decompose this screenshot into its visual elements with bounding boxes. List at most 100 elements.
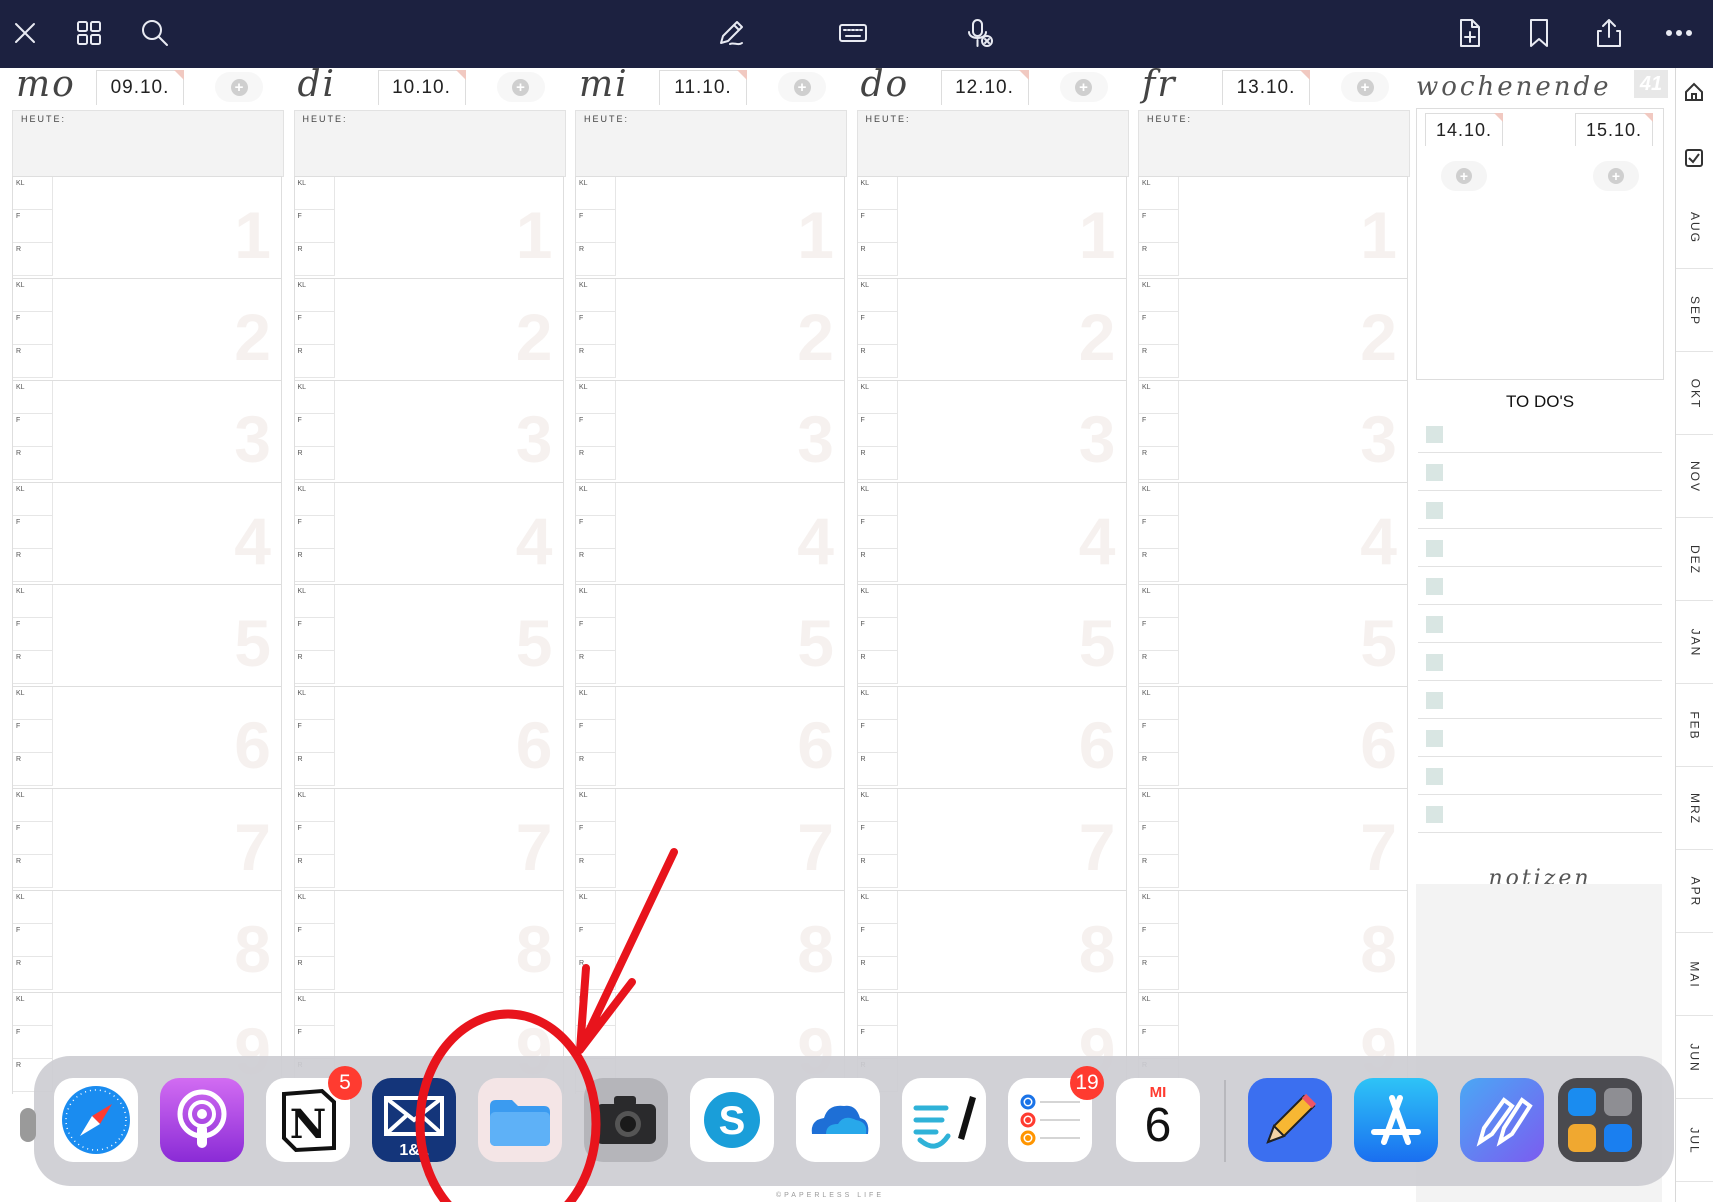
lesson-block[interactable]: KL F R 3 <box>856 380 1127 482</box>
add-sunday-button[interactable]: + <box>1593 161 1639 191</box>
lesson-block[interactable]: KL F R 8 <box>12 890 282 992</box>
lesson-block[interactable]: KL F R 1 <box>575 176 845 278</box>
todo-checkbox[interactable] <box>1426 806 1443 823</box>
todo-checkbox[interactable] <box>1426 426 1443 443</box>
month-tab-jul[interactable]: JUL <box>1676 1101 1713 1182</box>
lesson-block[interactable]: KL F R 7 <box>12 788 282 890</box>
lesson-block[interactable]: KL F R 4 <box>856 482 1127 584</box>
lesson-block[interactable]: KL F R 4 <box>12 482 282 584</box>
lesson-block[interactable]: KL F R 7 <box>1138 788 1408 890</box>
lesson-block[interactable]: KL F R 8 <box>1138 890 1408 992</box>
dock-app-calendar[interactable]: MI 6 <box>1116 1078 1200 1162</box>
more-icon[interactable] <box>1656 10 1702 56</box>
add-entry-button[interactable]: + <box>778 72 826 102</box>
lesson-block[interactable]: KL F R 3 <box>293 380 564 482</box>
add-entry-button[interactable]: + <box>496 72 545 102</box>
keyboard-icon[interactable] <box>830 10 876 56</box>
lesson-block[interactable]: KL F R 6 <box>1138 686 1408 788</box>
today-box[interactable]: HEUTE: <box>12 110 284 177</box>
lesson-block[interactable]: KL F R 8 <box>856 890 1127 992</box>
dock-app-app-library[interactable] <box>1558 1078 1642 1162</box>
todo-checkbox[interactable] <box>1426 464 1443 481</box>
lesson-block[interactable]: KL F R 5 <box>1138 584 1408 686</box>
month-tab-aug[interactable]: AUG <box>1676 188 1713 269</box>
search-icon[interactable] <box>132 10 178 56</box>
todo-checkbox[interactable] <box>1426 654 1443 671</box>
todo-checkbox[interactable] <box>1426 578 1443 595</box>
month-tab-nov[interactable]: NOV <box>1676 437 1713 518</box>
share-icon[interactable] <box>1586 10 1632 56</box>
lesson-block[interactable]: KL F R 6 <box>12 686 282 788</box>
todo-checkbox[interactable] <box>1426 616 1443 633</box>
lesson-block[interactable]: KL F R 6 <box>575 686 845 788</box>
lesson-block[interactable]: KL F R 3 <box>575 380 845 482</box>
dock-app-notability[interactable] <box>902 1078 986 1162</box>
dock-app-onedrive[interactable] <box>796 1078 880 1162</box>
month-tab-jan[interactable]: JAN <box>1676 603 1713 684</box>
add-entry-button[interactable]: + <box>215 72 263 102</box>
dock-app-safari[interactable] <box>54 1078 138 1162</box>
today-box[interactable]: HEUTE: <box>293 110 566 177</box>
lesson-block[interactable]: KL F R 7 <box>856 788 1127 890</box>
month-tab-mrz[interactable]: MRZ <box>1676 769 1713 850</box>
lesson-block[interactable]: KL F R 1 <box>12 176 282 278</box>
month-tab-jun[interactable]: JUN <box>1676 1018 1713 1099</box>
todo-checkbox[interactable] <box>1426 502 1443 519</box>
dock-app-app-store[interactable] <box>1354 1078 1438 1162</box>
today-box[interactable]: HEUTE: <box>856 110 1129 177</box>
dock-app-camera[interactable] <box>584 1078 668 1162</box>
todo-checkbox[interactable] <box>1426 768 1443 785</box>
dock-app-files[interactable] <box>478 1078 562 1162</box>
add-page-icon[interactable] <box>1446 10 1492 56</box>
dock-app-skype[interactable]: S <box>690 1078 774 1162</box>
add-saturday-button[interactable]: + <box>1441 161 1487 191</box>
dock-app-podcasts[interactable] <box>160 1078 244 1162</box>
lesson-block[interactable]: KL F R 4 <box>575 482 845 584</box>
dock-app-1-1-mail[interactable]: 1&1 <box>372 1078 456 1162</box>
grid-icon[interactable] <box>66 10 112 56</box>
lesson-block[interactable]: KL F R 2 <box>575 278 845 380</box>
todo-checkbox[interactable] <box>1426 730 1443 747</box>
weekend-box[interactable]: 14.10. 15.10. + + <box>1416 108 1664 380</box>
month-tab-sep[interactable]: SEP <box>1676 271 1713 352</box>
lesson-block[interactable]: KL F R 2 <box>12 278 282 380</box>
lesson-block[interactable]: KL F R 5 <box>575 584 845 686</box>
microphone-icon[interactable] <box>956 10 1002 56</box>
lesson-block[interactable]: KL F R 1 <box>856 176 1127 278</box>
lesson-block[interactable]: KL F R 5 <box>293 584 564 686</box>
month-tab-mai[interactable]: MAI <box>1676 935 1713 1016</box>
lesson-block[interactable]: KL F R 5 <box>12 584 282 686</box>
lesson-block[interactable]: KL F R 2 <box>856 278 1127 380</box>
checkbox-icon[interactable] <box>1680 144 1708 172</box>
pen-icon[interactable] <box>708 10 754 56</box>
lesson-block[interactable]: KL F R 7 <box>575 788 845 890</box>
lesson-block[interactable]: KL F R 1 <box>293 176 564 278</box>
lesson-block[interactable]: KL F R 8 <box>575 890 845 992</box>
lesson-block[interactable]: KL F R 6 <box>856 686 1127 788</box>
add-entry-button[interactable]: + <box>1341 72 1389 102</box>
lesson-block[interactable]: KL F R 3 <box>1138 380 1408 482</box>
add-entry-button[interactable]: + <box>1059 72 1108 102</box>
today-box[interactable]: HEUTE: <box>1138 110 1410 177</box>
lesson-block[interactable]: KL F R 4 <box>1138 482 1408 584</box>
todo-checkbox[interactable] <box>1426 540 1443 557</box>
dock-handle[interactable] <box>20 1108 36 1142</box>
dock-app-pencil-planner[interactable] <box>1248 1078 1332 1162</box>
lesson-block[interactable]: KL F R 1 <box>1138 176 1408 278</box>
todo-checkbox[interactable] <box>1426 692 1443 709</box>
lesson-block[interactable]: KL F R 6 <box>293 686 564 788</box>
today-box[interactable]: HEUTE: <box>575 110 847 177</box>
planner-page[interactable]: mo 09.10. + HEUTE: KL F R 1 KL F R 2 KL F R 3 KL F R 4 KL F R 5… <box>0 68 1675 1202</box>
month-tab-apr[interactable]: APR <box>1676 852 1713 933</box>
lesson-block[interactable]: KL F R 3 <box>12 380 282 482</box>
lesson-block[interactable]: KL F R 2 <box>1138 278 1408 380</box>
lesson-block[interactable]: KL F R 2 <box>293 278 564 380</box>
month-tab-dez[interactable]: DEZ <box>1676 520 1713 601</box>
month-tab-okt[interactable]: OKT <box>1676 354 1713 435</box>
lesson-block[interactable]: KL F R 5 <box>856 584 1127 686</box>
home-icon[interactable] <box>1680 78 1708 106</box>
close-icon[interactable] <box>2 10 48 56</box>
dock-app-pencil-kit[interactable] <box>1460 1078 1544 1162</box>
lesson-block[interactable]: KL F R 4 <box>293 482 564 584</box>
month-tab-feb[interactable]: FEB <box>1676 686 1713 767</box>
